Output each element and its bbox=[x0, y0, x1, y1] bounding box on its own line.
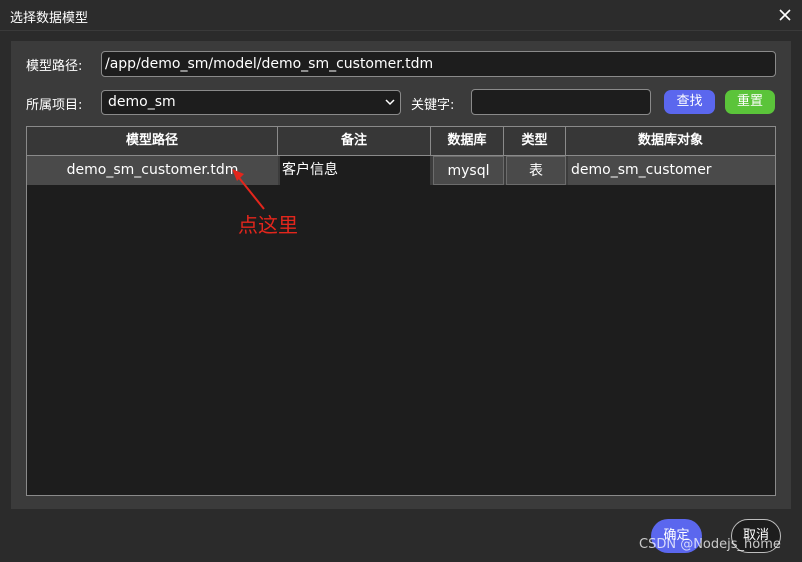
project-select-value: demo_sm bbox=[108, 94, 176, 110]
search-button[interactable]: 查找 bbox=[664, 90, 715, 114]
column-header-remark[interactable]: 备注 bbox=[278, 127, 431, 155]
table-row[interactable]: demo_sm_customer.tdm 客户信息 mysql 表 demo_s… bbox=[27, 156, 775, 185]
keyword-input[interactable] bbox=[471, 89, 651, 115]
model-table: 模型路径 备注 数据库 类型 数据库对象 demo_sm_customer.td… bbox=[26, 126, 776, 496]
watermark: CSDN @Nodejs_home bbox=[639, 537, 781, 552]
reset-button[interactable]: 重置 bbox=[725, 90, 775, 114]
chevron-down-icon bbox=[385, 99, 395, 106]
title-bar: 选择数据模型 bbox=[0, 0, 802, 31]
column-header-type[interactable]: 类型 bbox=[504, 127, 566, 155]
select-model-dialog: 选择数据模型 模型路径: /app/demo_sm/model/demo_sm_… bbox=[0, 0, 802, 562]
column-header-db-object[interactable]: 数据库对象 bbox=[566, 127, 775, 155]
close-button[interactable] bbox=[776, 6, 794, 24]
close-icon bbox=[779, 9, 791, 21]
cell-db-object[interactable]: demo_sm_customer bbox=[568, 156, 775, 185]
keyword-label: 关键字: bbox=[411, 98, 455, 113]
cell-remark[interactable]: 客户信息 bbox=[280, 156, 430, 185]
cell-database[interactable]: mysql bbox=[433, 156, 504, 185]
cell-type[interactable]: 表 bbox=[506, 156, 566, 185]
column-header-database[interactable]: 数据库 bbox=[431, 127, 504, 155]
project-select[interactable]: demo_sm bbox=[101, 90, 401, 115]
project-label: 所属项目: bbox=[26, 98, 83, 113]
table-header: 模型路径 备注 数据库 类型 数据库对象 bbox=[27, 127, 775, 156]
dialog-title: 选择数据模型 bbox=[10, 11, 89, 26]
path-label: 模型路径: bbox=[26, 59, 83, 74]
annotation-label: 点这里 bbox=[238, 213, 298, 237]
annotation-arrow-icon bbox=[232, 169, 265, 210]
model-path-input[interactable]: /app/demo_sm/model/demo_sm_customer.tdm bbox=[101, 51, 776, 77]
column-header-model-path[interactable]: 模型路径 bbox=[27, 127, 278, 155]
